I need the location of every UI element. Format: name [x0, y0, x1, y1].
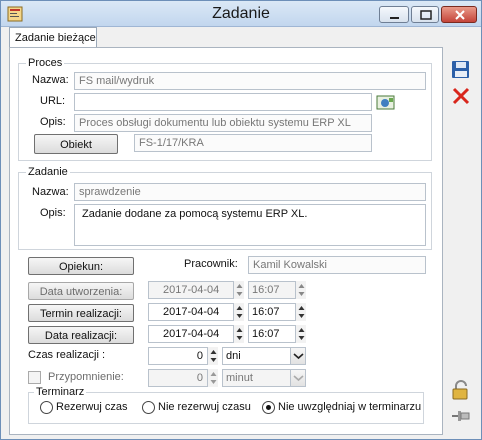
- save-icon[interactable]: [450, 59, 472, 81]
- proces-nazwa-field[interactable]: FS mail/wydruk: [74, 72, 426, 90]
- unlock-icon[interactable]: [450, 379, 472, 401]
- czas-realizacji-spinner[interactable]: [207, 347, 218, 365]
- termin-realizacji-button[interactable]: Termin realizacji:: [28, 304, 134, 322]
- proces-url-label: URL:: [40, 95, 66, 107]
- chevron-down-icon: [290, 370, 305, 386]
- pracownik-field[interactable]: Kamil Kowalski: [248, 256, 426, 274]
- browse-url-icon[interactable]: [376, 93, 396, 111]
- title-bar: Zadanie: [1, 1, 481, 27]
- proces-opis-label: Opis:: [40, 116, 66, 128]
- opiekun-button[interactable]: Opiekun:: [28, 257, 134, 275]
- tab-content: Proces Nazwa: FS mail/wydruk URL: Opis: …: [9, 47, 443, 435]
- close-icon: [455, 10, 465, 20]
- radio-nie-uwzgledniaj-label[interactable]: Nie uwzględniaj w terminarzu: [278, 401, 421, 413]
- proces-nazwa-label: Nazwa:: [32, 74, 69, 86]
- close-button[interactable]: [441, 6, 477, 23]
- terminarz-group-label: Terminarz: [34, 386, 87, 398]
- data-realizacji-button[interactable]: Data realizacji:: [28, 326, 134, 344]
- pracownik-label: Pracownik:: [184, 258, 238, 270]
- minimize-button[interactable]: [379, 6, 409, 23]
- data-realizacji-date[interactable]: 2017-04-04: [148, 325, 244, 343]
- data-utworzenia-date-spinner: [233, 281, 244, 299]
- zadanie-opis-label: Opis:: [40, 207, 66, 219]
- data-realizacji-time-spinner[interactable]: [295, 325, 306, 343]
- pin-icon[interactable]: [450, 405, 472, 427]
- przypomnienie-spinner: [207, 369, 218, 387]
- obiekt-field[interactable]: FS-1/17/KRA: [134, 134, 372, 152]
- minimize-icon: [390, 17, 399, 19]
- data-utworzenia-date: 2017-04-04: [148, 281, 244, 299]
- proces-url-field[interactable]: [74, 93, 372, 111]
- czas-realizacji-label: Czas realizacji :: [28, 349, 106, 361]
- radio-rezerwuj-czas[interactable]: [40, 401, 53, 414]
- task-window: Zadanie Zadanie bieżące Proces Nazwa: FS…: [0, 0, 482, 440]
- przypomnienie-unit-value: minut: [226, 372, 253, 384]
- czas-unit-select[interactable]: dni: [222, 347, 306, 365]
- delete-icon[interactable]: [450, 85, 472, 107]
- termin-realizacji-date[interactable]: 2017-04-04: [148, 303, 244, 321]
- termin-realizacji-time-spinner[interactable]: [295, 303, 306, 321]
- radio-nie-rezerwuj-czasu[interactable]: [142, 401, 155, 414]
- obiekt-button[interactable]: Obiekt: [34, 134, 118, 154]
- zadanie-nazwa-field[interactable]: sprawdzenie: [74, 183, 426, 201]
- przypomnienie-label: Przypomnienie:: [48, 371, 124, 383]
- zadanie-opis-field[interactable]: Zadanie dodane za pomocą systemu ERP XL.: [74, 204, 426, 246]
- tab-zadanie-biezace[interactable]: Zadanie bieżące: [9, 27, 97, 48]
- zadanie-nazwa-label: Nazwa:: [32, 186, 69, 198]
- termin-realizacji-date-spinner[interactable]: [233, 303, 244, 321]
- data-utworzenia-time-spinner: [295, 281, 306, 299]
- data-realizacji-date-spinner[interactable]: [233, 325, 244, 343]
- chevron-down-icon[interactable]: [290, 348, 305, 364]
- przypomnienie-unit-select: minut: [222, 369, 306, 387]
- przypomnienie-checkbox: [28, 371, 41, 384]
- maximize-icon: [420, 10, 432, 20]
- radio-rezerwuj-czas-label[interactable]: Rezerwuj czas: [56, 401, 128, 413]
- radio-nie-rezerwuj-czasu-label[interactable]: Nie rezerwuj czasu: [158, 401, 251, 413]
- radio-nie-uwzgledniaj[interactable]: [262, 401, 275, 414]
- proces-group-label: Proces: [26, 57, 65, 69]
- proces-opis-field[interactable]: Proces obsługi dokumentu lub obiektu sys…: [74, 114, 372, 132]
- zadanie-group-label: Zadanie: [26, 166, 70, 178]
- maximize-button[interactable]: [411, 6, 439, 23]
- data-utworzenia-button: Data utworzenia:: [28, 282, 134, 300]
- czas-unit-value: dni: [226, 350, 241, 362]
